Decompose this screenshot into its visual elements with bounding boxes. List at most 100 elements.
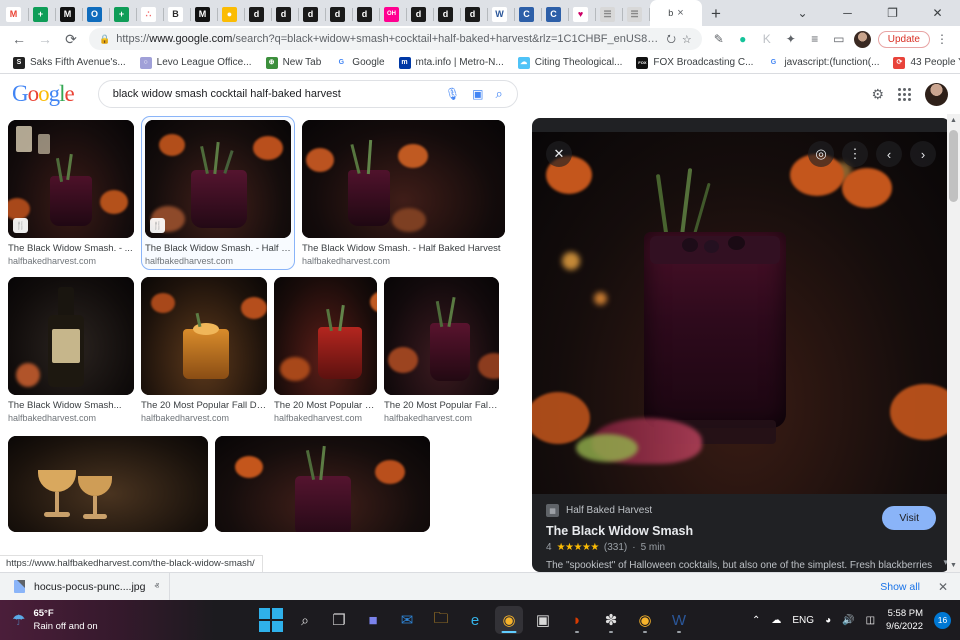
tab-22[interactable]: ☰ — [596, 2, 623, 26]
tab-7[interactable]: M — [191, 2, 218, 26]
bookmark-3[interactable]: G Google — [328, 56, 391, 69]
bookmark-2[interactable]: ⊕ New Tab — [259, 56, 329, 69]
close-shelf-icon[interactable]: ✕ — [938, 580, 950, 594]
bookmark-6[interactable]: FOX FOX Broadcasting C... — [629, 56, 760, 69]
download-item[interactable]: hocus-pocus-punc....jpg ⱏ — [10, 572, 170, 601]
profile-avatar[interactable] — [851, 27, 875, 51]
result-title[interactable]: The Black Widow Smash... — [8, 399, 134, 412]
bookmark-0[interactable]: S Saks Fifth Avenue's... — [6, 56, 133, 69]
microsoft-edge-icon[interactable]: e — [461, 606, 489, 634]
result-title[interactable]: The Black Widow Smash. - Half Bake... — [145, 242, 291, 255]
chevron-up-icon[interactable]: ⱏ — [154, 581, 158, 592]
tab-20[interactable]: C — [542, 2, 569, 26]
result-thumbnail[interactable]: 🍴 — [8, 120, 134, 238]
tab-4[interactable]: + — [110, 2, 137, 26]
google-logo[interactable]: Google — [12, 81, 75, 107]
reload-button[interactable]: ⟳ — [58, 27, 84, 51]
scroll-down-arrow[interactable]: ▼ — [947, 559, 960, 572]
onedrive-cloud-icon[interactable]: ☁ — [771, 615, 781, 626]
image-result-card[interactable]: The Black Widow Smash. - Half Baked Harv… — [302, 120, 505, 270]
tab-11[interactable]: d — [299, 2, 326, 26]
page-scrollbar[interactable]: ▲ ▼ — [947, 114, 960, 572]
tab-21[interactable]: ♥ — [569, 2, 596, 26]
scroll-up-arrow[interactable]: ▲ — [947, 114, 960, 127]
tab-8[interactable]: ● — [218, 2, 245, 26]
tab-search-icon[interactable]: ⌄ — [780, 0, 825, 26]
tab-15[interactable]: d — [407, 2, 434, 26]
mail-icon[interactable]: ✉ — [393, 606, 421, 634]
tab-1[interactable]: + — [29, 2, 56, 26]
google-search-box[interactable]: black widow smash cocktail half-baked ha… — [97, 80, 518, 108]
windows-start-icon[interactable] — [257, 606, 285, 634]
close-tab-icon[interactable]: × — [677, 7, 683, 19]
tab-6[interactable]: B — [164, 2, 191, 26]
search-input[interactable]: black widow smash cocktail half-baked ha… — [113, 88, 433, 100]
microsoft-store-icon[interactable]: ▣ — [529, 606, 557, 634]
minimize-button[interactable]: ─ — [825, 0, 870, 26]
microsoft-office-icon[interactable]: ◗ — [563, 606, 591, 634]
next-image-icon[interactable]: › — [910, 141, 936, 167]
image-result-card[interactable]: The 20 Most Popular Fall Drink... halfbak… — [141, 277, 267, 423]
tab-10[interactable]: d — [272, 2, 299, 26]
tab-19[interactable]: C — [515, 2, 542, 26]
result-thumbnail[interactable] — [384, 277, 499, 395]
share-icon[interactable]: ⭮ — [667, 30, 676, 49]
result-title[interactable]: The Black Widow Smash. - Half Baked Harv… — [302, 242, 505, 255]
tab-9[interactable]: d — [245, 2, 272, 26]
more-options-icon[interactable]: ⋮ — [842, 141, 868, 167]
image-result-card[interactable]: 🍴 The Black Widow Smash. - ... halfbakedha… — [8, 120, 134, 270]
sidepanel-icon[interactable]: ▭ — [827, 27, 851, 51]
google-chrome-icon[interactable]: ◉ — [495, 606, 523, 634]
tab-16[interactable]: d — [434, 2, 461, 26]
chat-teams-icon[interactable]: ■ — [359, 606, 387, 634]
taskbar-search-icon[interactable]: ⌕ — [291, 606, 319, 634]
task-view-icon[interactable]: ❐ — [325, 606, 353, 634]
tab-12[interactable]: d — [326, 2, 353, 26]
result-title[interactable]: The 20 Most Popular Fal... — [274, 399, 377, 412]
google-lens-icon[interactable]: ▣ — [472, 87, 483, 101]
bookmark-8[interactable]: ⟳ 43 People You Won... — [886, 56, 960, 69]
bookmark-5[interactable]: ☁ Citing Theological... — [511, 56, 630, 69]
tray-chevron-icon[interactable]: ⌃ — [752, 615, 760, 626]
tab-23[interactable]: ☰ — [623, 2, 650, 26]
address-bar[interactable]: 🔒 https://www.google.com/search?q=black+… — [89, 28, 702, 50]
back-button[interactable]: ← — [6, 27, 32, 51]
result-title[interactable]: The 20 Most Popular Fall D... — [384, 399, 499, 412]
tab-14[interactable]: OH — [380, 2, 407, 26]
image-result-card[interactable] — [8, 436, 208, 532]
slack-icon[interactable]: ✽ — [597, 606, 625, 634]
maximize-button[interactable]: ❐ — [870, 0, 915, 26]
source-row[interactable]: ▦ Half Baked Harvest — [546, 504, 936, 517]
bookmark-7[interactable]: Gjavascript:(function(... — [760, 56, 886, 69]
kami-icon[interactable]: K — [755, 27, 779, 51]
image-result-card[interactable]: The 20 Most Popular Fal... halfbakedharve… — [274, 277, 377, 423]
weather-widget[interactable]: ☂ 65°F Rain off and on — [0, 600, 215, 640]
image-result-card[interactable]: The Black Widow Smash... halfbakedharvest… — [8, 277, 134, 423]
wifi-icon[interactable]: ◕ — [825, 615, 831, 626]
apps-grid-icon[interactable] — [898, 87, 911, 101]
result-thumbnail[interactable] — [141, 277, 267, 395]
forward-button[interactable]: → — [32, 27, 58, 51]
file-explorer-icon[interactable]: 🗀 — [427, 606, 455, 634]
google-chrome-beta-icon[interactable]: ◉ — [631, 606, 659, 634]
new-tab-button[interactable]: + — [702, 2, 730, 26]
bookmark-star-icon[interactable]: ☆ — [682, 33, 692, 46]
result-title[interactable]: The Black Widow Smash. - ... — [8, 242, 134, 255]
tab-18[interactable]: W — [488, 2, 515, 26]
active-tab[interactable]: b × — [650, 0, 702, 26]
extensions-pen-icon[interactable]: ✎ — [707, 27, 731, 51]
gear-icon[interactable]: ⚙ — [871, 86, 884, 103]
tab-2[interactable]: M — [56, 2, 83, 26]
result-thumbnail[interactable] — [8, 277, 134, 395]
result-thumbnail[interactable]: 🍴 — [145, 120, 291, 238]
tab-13[interactable]: d — [353, 2, 380, 26]
visit-button[interactable]: Visit — [882, 506, 936, 530]
clock[interactable]: 5:58 PM 9/6/2022 — [886, 607, 923, 633]
close-icon[interactable]: ✕ — [546, 141, 572, 167]
language-indicator[interactable]: ENG — [792, 615, 814, 626]
preview-image[interactable] — [532, 132, 950, 494]
image-result-card[interactable]: The 20 Most Popular Fall D... halfbakedha… — [384, 277, 499, 423]
account-avatar[interactable] — [925, 82, 948, 106]
microphone-icon[interactable]: 🎙 — [445, 87, 460, 101]
image-result-card[interactable] — [215, 436, 430, 532]
